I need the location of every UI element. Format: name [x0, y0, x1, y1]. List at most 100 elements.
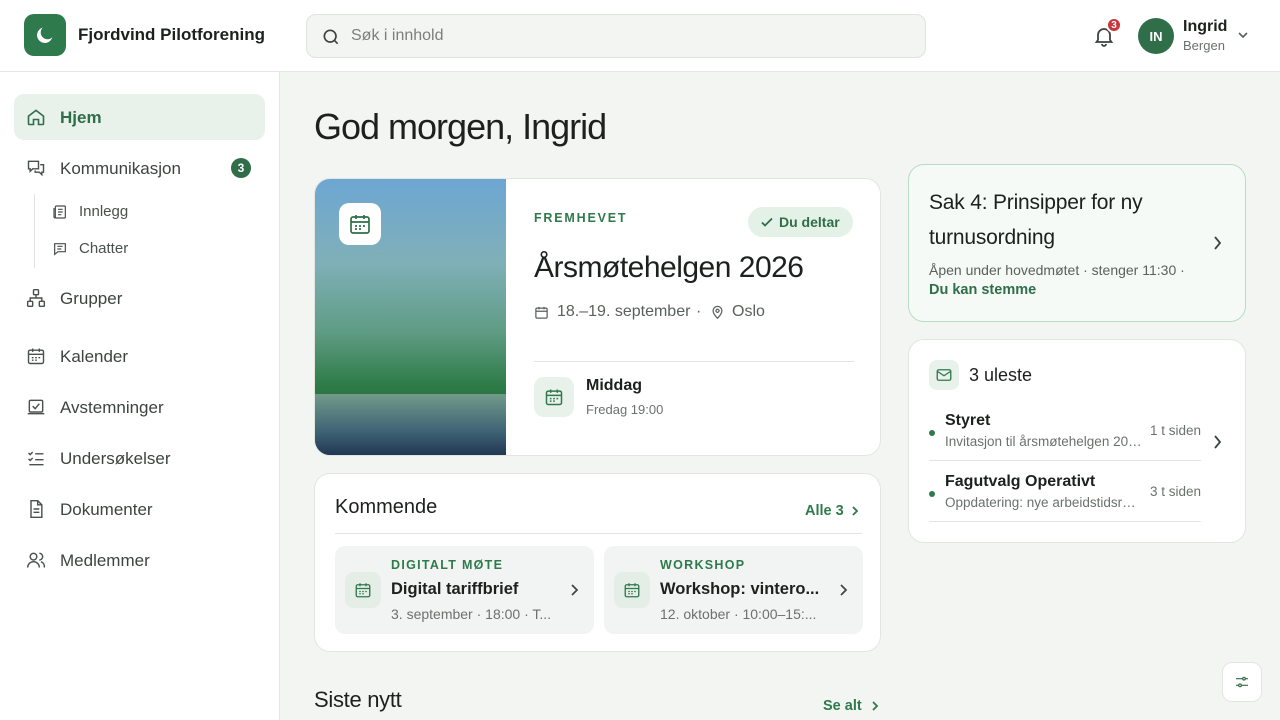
event-details: 12. oktober · 10:00–15:...: [660, 606, 817, 622]
event-calendar-badge: [339, 203, 381, 245]
featured-event-card[interactable]: FREMHEVET Du deltar Årsmøtehelgen 2026 1…: [314, 178, 881, 456]
message-sender: Fagutvalg Operativt: [945, 473, 1096, 490]
list-item[interactable]: Styret Invitasjon til årsmøtehelgen 2026…: [929, 401, 1201, 461]
sidebar-item-label: Dokumenter: [60, 500, 153, 519]
check-icon: [761, 217, 773, 227]
sidebar-item-avstemninger[interactable]: Avstemninger: [14, 384, 265, 430]
sidebar-item-chatter[interactable]: Chatter: [52, 236, 252, 262]
event-item[interactable]: DIGITALT MØTE Digital tariffbrief 3. sep…: [335, 546, 594, 634]
chevron-right-icon[interactable]: [1212, 434, 1222, 450]
brand-name: Fjordvind Pilotforening: [78, 25, 265, 44]
vote-cta[interactable]: Du kan stemme: [929, 282, 1036, 298]
message-icon: [54, 243, 66, 256]
notification-badge: 3: [1106, 17, 1122, 33]
unread-dot: [929, 491, 935, 497]
chevron-right-icon[interactable]: [850, 505, 860, 517]
event-title: Digital tariffbrief: [391, 580, 519, 598]
user-city: Bergen: [1183, 38, 1225, 53]
message-time: 1 t siden: [1149, 423, 1201, 438]
event-title: Workshop: vintero...: [660, 580, 820, 598]
event-icon-box: [345, 572, 381, 608]
chevron-right-icon: [571, 584, 579, 596]
calendar-icon: [355, 583, 371, 598]
active-vote-card[interactable]: Sak 4: Prinsipper for ny turnusordning Å…: [908, 164, 1246, 322]
divider: [335, 533, 862, 534]
attendance-label: Du deltar: [779, 214, 840, 230]
unread-messages-card: 3 uleste Styret Invitasjon til årsmøtehe…: [908, 339, 1246, 543]
logo[interactable]: [24, 14, 66, 56]
sidebar-item-kommunikasjon[interactable]: Kommunikasjon 3: [14, 145, 265, 191]
sidebar-item-label: Grupper: [60, 289, 123, 308]
unread-title: 3 uleste: [969, 365, 1033, 385]
list-item[interactable]: Fagutvalg Operativt Oppdatering: nye arb…: [929, 462, 1201, 522]
sidebar-item-label: Undersøkelser: [60, 449, 171, 468]
see-all-upcoming-link[interactable]: Alle 3: [805, 503, 844, 519]
event-type: DIGITALT MØTE: [391, 558, 504, 572]
chevron-right-icon: [1214, 236, 1222, 250]
chevron-down-icon[interactable]: [1237, 29, 1249, 41]
newspaper-icon: [53, 205, 66, 219]
checklist-icon: [27, 451, 44, 466]
page-title: God morgen, Ingrid: [314, 106, 607, 147]
event-meta: 18.–19. september · Oslo: [534, 303, 864, 323]
section-title: Kommende: [335, 496, 438, 518]
sidebar-item-hjem[interactable]: Hjem: [14, 94, 265, 140]
message-preview: Oppdatering: nye arbeidstidsregler: [945, 495, 1143, 510]
settings-sliders-button[interactable]: [1222, 662, 1262, 702]
unread-dot: [929, 430, 935, 436]
attendance-badge: Du deltar: [748, 207, 853, 237]
message-time: 3 t siden: [1149, 484, 1201, 499]
search-input[interactable]: [351, 25, 911, 47]
sidebar: Hjem Kommunikasjon 3 Innlegg Chatter Gru…: [0, 72, 280, 720]
sidebar-item-label: Innlegg: [79, 203, 129, 220]
unread-badge: 3: [231, 158, 251, 178]
sidebar-item-label: Medlemmer: [60, 551, 150, 570]
sub-event-title[interactable]: Middag: [586, 377, 642, 395]
vote-title: Sak 4: Prinsipper for ny turnusordning: [929, 191, 1143, 249]
sidebar-item-dokumenter[interactable]: Dokumenter: [14, 486, 265, 532]
featured-label: FREMHEVET: [534, 211, 628, 225]
sidebar-item-undersokelser[interactable]: Undersøkelser: [14, 435, 265, 481]
location-pin-icon: [712, 305, 723, 320]
groups-icon: [26, 288, 46, 308]
event-location: Oslo: [732, 303, 765, 320]
sidebar-item-medlemmer[interactable]: Medlemmer: [14, 537, 265, 583]
sub-event-time: Fredag 19:00: [586, 402, 664, 417]
moon-icon: [37, 27, 53, 43]
sub-event-icon-box: [534, 377, 574, 417]
message-preview: Invitasjon til årsmøtehelgen 2026: [945, 434, 1143, 449]
mail-icon: [936, 369, 952, 381]
avatar[interactable]: IN: [1138, 18, 1174, 54]
chevron-right-icon: [840, 584, 848, 596]
sidebar-item-kalender[interactable]: Kalender: [14, 333, 265, 379]
vote-icon: [27, 399, 45, 415]
mail-icon-box: [929, 360, 959, 390]
sidebar-item-innlegg[interactable]: Innlegg: [52, 199, 252, 225]
section-title: Siste nytt: [314, 687, 402, 712]
user-name[interactable]: Ingrid: [1183, 18, 1227, 36]
chevron-right-icon[interactable]: [870, 700, 880, 712]
vote-status: Åpen under hovedmøtet · stenger 11:30 ·: [929, 262, 1185, 278]
event-item[interactable]: WORKSHOP Workshop: vintero... 12. oktobe…: [604, 546, 863, 634]
event-title[interactable]: Årsmøtehelgen 2026: [534, 251, 804, 285]
sub-nav-line: [34, 194, 35, 268]
see-all-news-link[interactable]: Se alt: [823, 698, 862, 714]
calendar-icon: [624, 583, 640, 598]
members-icon: [26, 552, 46, 568]
event-icon-box: [614, 572, 650, 608]
search-box[interactable]: [306, 14, 926, 58]
event-type: WORKSHOP: [660, 558, 746, 572]
upcoming-card: Kommende Alle 3 DIGITALT MØTE Digital ta…: [314, 473, 881, 652]
top-bar: Fjordvind Pilotforening 3 IN Ingrid Berg…: [0, 0, 1280, 72]
sidebar-item-label: Avstemninger: [60, 398, 164, 417]
calendar-icon: [27, 348, 45, 365]
message-sender: Styret: [945, 412, 991, 429]
search-icon: [323, 29, 339, 45]
calendar-icon: [535, 306, 548, 319]
sidebar-item-label: Kalender: [60, 347, 129, 366]
calendar-icon: [545, 389, 563, 406]
sidebar-item-label: Kommunikasjon: [60, 159, 181, 178]
chat-icon: [27, 160, 45, 177]
home-icon: [27, 109, 45, 126]
sidebar-item-grupper[interactable]: Grupper: [14, 275, 265, 321]
